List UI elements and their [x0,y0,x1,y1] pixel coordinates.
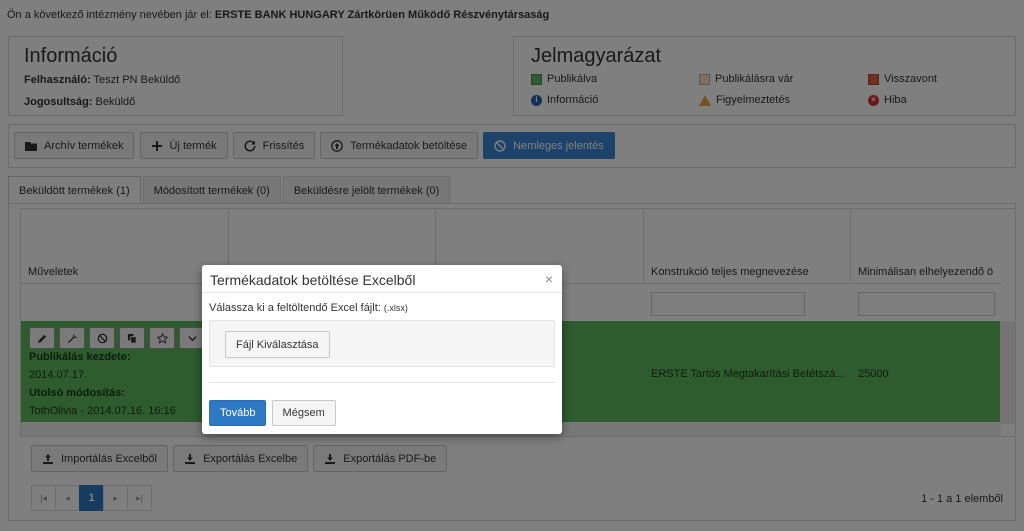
choose-file-button[interactable]: Fájl Kiválasztása [225,331,330,358]
prompt-text: Válassza ki a feltöltendő Excel fájlt: [209,302,381,314]
dialog-title: Termékadatok betöltése Excelből [210,272,416,288]
file-chooser-area: Fájl Kiválasztása [209,320,555,367]
next-button[interactable]: Tovább [209,400,267,426]
load-excel-dialog: Termékadatok betöltése Excelből × Válass… [202,265,562,434]
dialog-body: Válassza ki a feltöltendő Excel fájlt: (… [202,293,562,376]
cancel-button[interactable]: Mégsem [271,400,336,426]
dialog-header: Termékadatok betöltése Excelből × [202,265,562,293]
dialog-footer: Tovább Mégsem [209,382,555,426]
file-extension-hint: (.xlsx) [383,303,408,313]
file-prompt: Válassza ki a feltöltendő Excel fájlt: (… [209,302,555,314]
close-icon[interactable]: × [545,271,553,287]
